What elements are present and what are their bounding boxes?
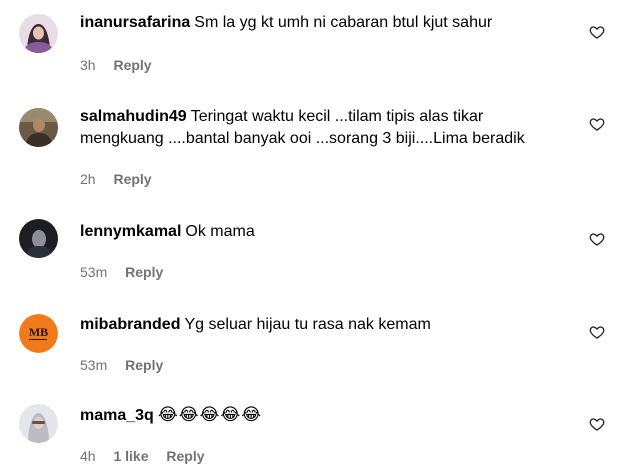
comments-list: inanursafarina Sm la yg kt umh ni cabaran… (0, 0, 619, 469)
comment-body: 😂😂😂😂😂 (157, 405, 263, 425)
avatar[interactable] (19, 219, 58, 258)
comment-username[interactable]: inanursafarina (80, 14, 190, 31)
comment-time: 53m (80, 357, 108, 373)
comment-username[interactable]: salmahudin49 (80, 108, 187, 125)
comment-text: inanursafarina Sm la yg kt umh ni cabaran… (80, 12, 569, 34)
like-heart-icon[interactable] (589, 231, 605, 247)
comment-body: Sm la yg kt umh ni cabaran btul kjut sah… (194, 14, 493, 31)
comment-username[interactable]: lennymkamal (80, 223, 181, 240)
comment-time: 2h (80, 171, 96, 187)
comment-time: 4h (80, 448, 96, 464)
comment-meta: 2h Reply (80, 170, 569, 188)
comment-time: 53m (80, 264, 108, 280)
like-heart-icon[interactable] (589, 24, 605, 40)
mb-brand-logo: MB (19, 314, 58, 353)
reply-button[interactable]: Reply (113, 171, 151, 187)
reply-button[interactable]: Reply (125, 264, 163, 280)
avatar[interactable] (19, 14, 58, 53)
user-avatar-icon (19, 14, 58, 53)
comment-time: 3h (80, 57, 96, 73)
user-avatar-icon (19, 404, 58, 443)
avatar[interactable]: MB (19, 314, 58, 353)
comment-text: mama_3q 😂😂😂😂😂 (80, 404, 569, 427)
reply-button[interactable]: Reply (166, 448, 204, 464)
comment-text: salmahudin49 Teringat waktu kecil ...tila… (80, 106, 569, 150)
comment-meta: 53m Reply (80, 356, 569, 374)
comment-meta: 3h Reply (80, 56, 569, 74)
comment-text: mibabranded Yg seluar hijau tu rasa nak k… (80, 314, 569, 336)
comment-username[interactable]: mama_3q (80, 407, 154, 424)
comment-body: Ok mama (185, 223, 255, 240)
user-avatar-icon (19, 108, 58, 147)
user-avatar-icon (19, 219, 58, 258)
like-count[interactable]: 1 like (113, 448, 148, 464)
comment-text: lennymkamal Ok mama (80, 221, 569, 243)
comment-body: Yg seluar hijau tu rasa nak kemam (184, 316, 431, 333)
avatar[interactable] (19, 108, 58, 147)
like-heart-icon[interactable] (589, 416, 605, 432)
comment-meta: 53m Reply (80, 263, 569, 281)
like-heart-icon[interactable] (589, 324, 605, 340)
avatar[interactable] (19, 404, 58, 443)
mb-logo-text: MB (28, 325, 49, 339)
comment-meta: 4h 1 like Reply (80, 447, 569, 465)
comment-username[interactable]: mibabranded (80, 316, 180, 333)
reply-button[interactable]: Reply (113, 57, 151, 73)
like-heart-icon[interactable] (589, 116, 605, 132)
reply-button[interactable]: Reply (125, 357, 163, 373)
